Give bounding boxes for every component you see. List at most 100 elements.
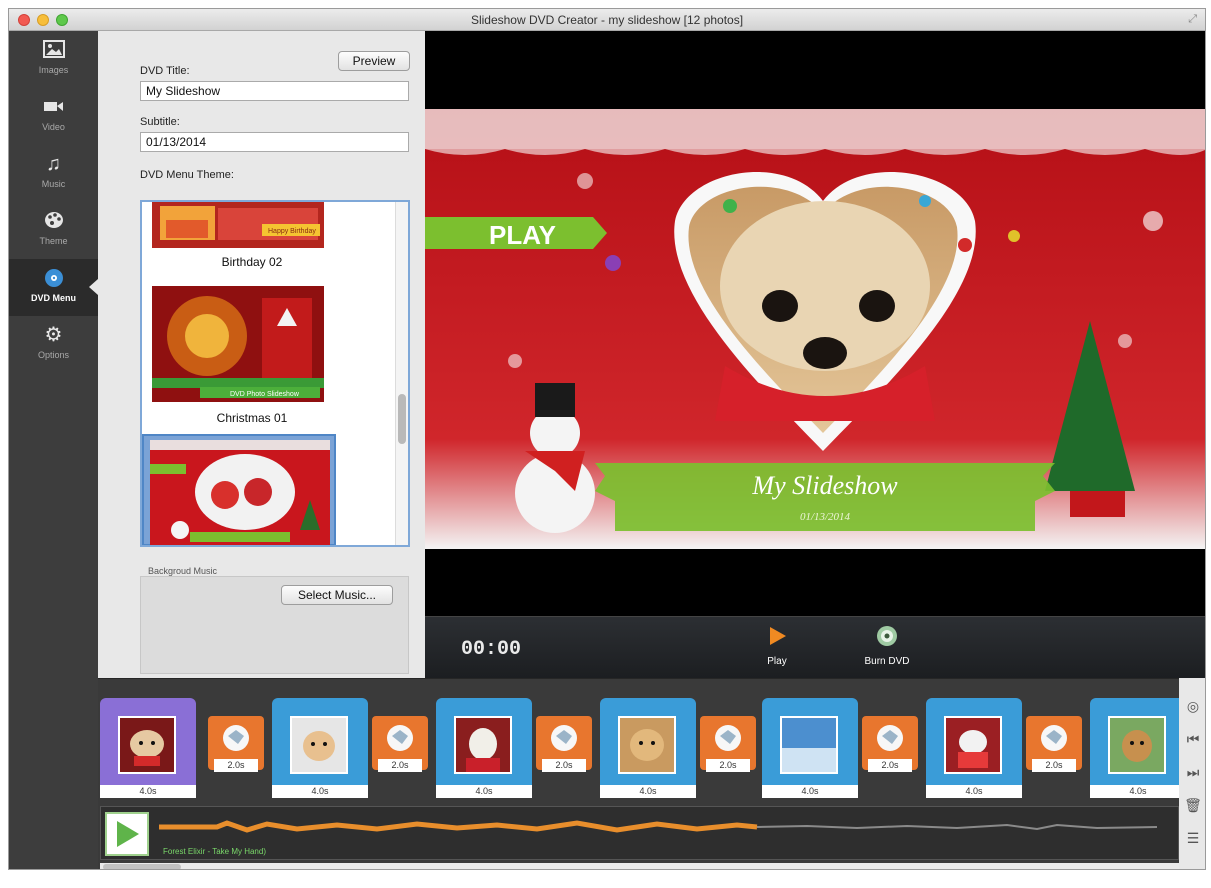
- transition-duration[interactable]: 2.0s: [214, 759, 258, 772]
- storyboard-photo[interactable]: 4.0s: [600, 698, 696, 798]
- storyboard-transition[interactable]: 2.0s: [1026, 716, 1082, 772]
- scrollbar-thumb[interactable]: [103, 864, 181, 869]
- storyboard-photo[interactable]: 4.0s: [436, 698, 532, 798]
- preview-menu-date: 01/13/2014: [800, 511, 851, 523]
- photo-thumbnail: [780, 716, 838, 774]
- theme-name: Christmas 01: [216, 411, 288, 425]
- preview-button[interactable]: Preview: [338, 51, 410, 71]
- background-music-box: Select Music...: [140, 576, 409, 674]
- play-button-label: Play: [767, 656, 787, 667]
- gear-icon: ⚙: [44, 324, 63, 346]
- fullscreen-icon[interactable]: ⤢: [1188, 13, 1197, 26]
- photo-duration[interactable]: 4.0s: [762, 785, 858, 798]
- transition-duration[interactable]: 2.0s: [542, 759, 586, 772]
- play-ribbon-label: PLAY: [489, 220, 556, 250]
- transition-duration[interactable]: 2.0s: [378, 759, 422, 772]
- photo-thumbnail: [618, 716, 676, 774]
- photo-duration[interactable]: 4.0s: [926, 785, 1022, 798]
- play-icon: [770, 627, 786, 645]
- transition-icon: [551, 725, 577, 751]
- storyboard-transition[interactable]: 2.0s: [536, 716, 592, 772]
- dvd-title-label: DVD Title:: [140, 65, 190, 77]
- photo-duration[interactable]: 4.0s: [1090, 785, 1186, 798]
- play-button[interactable]: Play: [747, 625, 807, 667]
- sidebar-item-music[interactable]: ♫ Music: [9, 145, 98, 202]
- photo-duration[interactable]: 4.0s: [600, 785, 696, 798]
- transition-duration[interactable]: 2.0s: [1032, 759, 1076, 772]
- list-icon[interactable]: ☰: [1183, 830, 1203, 848]
- dvd-icon: [42, 267, 66, 289]
- sidebar-item-video[interactable]: Video: [9, 88, 98, 145]
- timeline-scrollbar[interactable]: [100, 863, 1179, 869]
- audio-track-name: Forest Elixir - Take My Hand): [163, 847, 266, 856]
- sidebar: Images Video ♫ Music Theme DVD Menu ⚙ Op…: [9, 31, 98, 869]
- play-icon: [117, 821, 139, 847]
- storyboard-photo[interactable]: 4.0s: [1090, 698, 1186, 798]
- transition-duration[interactable]: 2.0s: [706, 759, 750, 772]
- storyboard-photo[interactable]: 4.0s: [762, 698, 858, 798]
- sidebar-item-images[interactable]: Images: [9, 31, 98, 88]
- transition-icon: [223, 725, 249, 751]
- timeline-tools: ◎ ⏮ ⏭ 🗑 ☰: [1179, 678, 1205, 869]
- image-icon: [42, 39, 66, 61]
- burn-dvd-button-label: Burn DVD: [864, 656, 910, 667]
- video-camera-icon: [42, 96, 66, 118]
- dvd-menu-panel: Preview DVD Title: Subtitle: DVD Menu Th…: [98, 31, 425, 678]
- trash-icon[interactable]: 🗑: [1183, 797, 1203, 815]
- audio-track[interactable]: Forest Elixir - Take My Hand): [100, 806, 1179, 860]
- music-note-icon: ♫: [46, 153, 61, 175]
- sidebar-item-options[interactable]: ⚙ Options: [9, 316, 98, 373]
- transition-icon: [877, 725, 903, 751]
- storyboard-transition[interactable]: 2.0s: [700, 716, 756, 772]
- menu-preview: PLAY My Slideshow 01/13/2014: [425, 31, 1205, 616]
- burn-dvd-button[interactable]: Burn DVD: [857, 625, 917, 667]
- storyboard-transition[interactable]: 2.0s: [208, 716, 264, 772]
- burn-dvd-icon: [877, 626, 897, 646]
- dvd-menu-theme-label: DVD Menu Theme:: [140, 169, 234, 181]
- transition-icon: [1041, 725, 1067, 751]
- sidebar-item-label: Images: [38, 65, 69, 75]
- preview-menu-image: PLAY My Slideshow 01/13/2014: [425, 109, 1205, 549]
- sidebar-item-label: Video: [42, 122, 65, 132]
- sidebar-item-dvd-menu[interactable]: DVD Menu: [9, 259, 98, 316]
- background-music-label: Backgroud Music: [148, 566, 218, 576]
- svg-text:Happy Birthday: Happy Birthday: [268, 228, 316, 235]
- photo-duration[interactable]: 4.0s: [272, 785, 368, 798]
- storyboard-photo[interactable]: 4.0s: [272, 698, 368, 798]
- svg-text:DVD Photo Slideshow: DVD Photo Slideshow: [230, 391, 300, 398]
- theme-list[interactable]: Happy Birthday Birthday 02 DVD Photo Sli…: [140, 200, 410, 547]
- sidebar-item-label: Options: [37, 350, 70, 360]
- sidebar-item-theme[interactable]: Theme: [9, 202, 98, 259]
- app-window: Slideshow DVD Creator - my slideshow [12…: [8, 8, 1206, 870]
- audio-waveform: [159, 820, 1158, 833]
- title-bar: Slideshow DVD Creator - my slideshow [12…: [9, 9, 1205, 31]
- storyboard-transition[interactable]: 2.0s: [372, 716, 428, 772]
- storyboard-photo[interactable]: 4.0s: [100, 698, 196, 798]
- storyboard-transition[interactable]: 2.0s: [862, 716, 918, 772]
- storyboard-strip: 4.0s 2.0s 4.0s 2.0s 4.0s 2.0s 4.0s 2.0s …: [98, 688, 1186, 800]
- skip-start-icon[interactable]: ⏮: [1183, 731, 1203, 749]
- timeline: 4.0s 2.0s 4.0s 2.0s 4.0s 2.0s 4.0s 2.0s …: [98, 678, 1186, 869]
- photo-thumbnail: [454, 716, 512, 774]
- transition-icon: [715, 725, 741, 751]
- sidebar-item-label: Theme: [39, 236, 68, 246]
- photo-duration[interactable]: 4.0s: [100, 785, 196, 798]
- subtitle-input[interactable]: [140, 132, 409, 152]
- dvd-title-input[interactable]: [140, 81, 409, 101]
- selection-arrow: [89, 279, 98, 295]
- theme-name: Birthday 02: [221, 255, 283, 269]
- scrollbar-thumb[interactable]: [398, 394, 406, 444]
- preview-menu-title: My Slideshow: [751, 471, 898, 500]
- skip-end-icon[interactable]: ⏭: [1183, 764, 1203, 782]
- rotate-icon[interactable]: ◎: [1183, 698, 1203, 716]
- transition-duration[interactable]: 2.0s: [868, 759, 912, 772]
- theme-list-scrollbar[interactable]: [395, 202, 408, 545]
- sidebar-item-label: DVD Menu: [31, 293, 76, 303]
- photo-thumbnail: [118, 716, 176, 774]
- select-music-button[interactable]: Select Music...: [281, 585, 393, 605]
- storyboard-photo[interactable]: 4.0s: [926, 698, 1022, 798]
- audio-play-button[interactable]: [105, 812, 149, 856]
- theme-item-selected[interactable]: [142, 434, 336, 545]
- photo-duration[interactable]: 4.0s: [436, 785, 532, 798]
- theme-thumbnail: Happy Birthday: [152, 202, 324, 248]
